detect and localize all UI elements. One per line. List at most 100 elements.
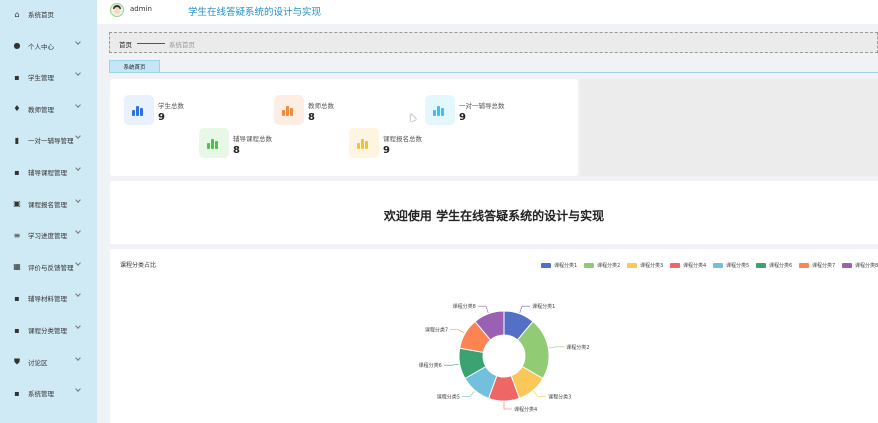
app-title: 学生在线答疑系统的设计与实现 — [188, 7, 322, 18]
chevron-down-icon — [75, 291, 81, 298]
icon-bar — [207, 143, 210, 149]
sidebar-item-label: 评价与反馈管理 — [28, 263, 74, 272]
sidebar: ⌂ 系统首页 ● 个人中心 ▪ 学生管理 ♦ 教师管理 ▮ 一对一辅导管理 ▪ 辅导课程管理 ▣ 课程报名… — [0, 0, 97, 423]
slice-label: 课程分类8 — [453, 303, 476, 310]
bar-chart-icon: ▮ — [14, 135, 20, 145]
empty-panel — [580, 79, 878, 176]
stat-value: 8 — [308, 112, 315, 123]
chevron-down-icon — [75, 228, 81, 235]
table-icon: ▦ — [13, 262, 21, 272]
chart-card: 课程分类占比 课程分类1 课程分类2 课程分类3 课程分类4 课程分类5 课程分类6 课程分… — [110, 249, 878, 423]
stat-label: 教师总数 — [308, 102, 334, 110]
label-leader — [549, 346, 565, 349]
sidebar-item[interactable]: ⌂ 系统首页 — [0, 4, 97, 24]
grid-icon: ▪ — [14, 293, 20, 303]
sidebar-item[interactable]: ▪ 学生管理 — [0, 67, 97, 87]
avatar[interactable] — [110, 3, 124, 17]
home-icon: ⌂ — [14, 9, 20, 19]
sidebar-item[interactable]: ♦ 教师管理 — [0, 99, 97, 119]
breadcrumb-home[interactable]: 首页 — [119, 39, 132, 49]
chevron-down-icon — [75, 386, 81, 393]
sidebar-item-label: 辅导材料管理 — [28, 295, 67, 304]
tab-home[interactable]: 系统首页 — [109, 60, 160, 73]
label-leader — [443, 363, 459, 366]
label-leader — [533, 391, 547, 397]
slice-label: 课程分类1 — [532, 303, 555, 310]
sidebar-item-label: 系统管理 — [28, 390, 54, 399]
icon-bar — [136, 106, 139, 116]
sidebar-item[interactable]: ▣ 课程报名管理 — [0, 194, 97, 214]
sidebar-item-label: 学习进度管理 — [28, 232, 67, 241]
stat-value: 8 — [233, 145, 240, 156]
icon-bar — [437, 106, 440, 116]
label-leader — [450, 329, 465, 334]
slice-label: 课程分类5 — [437, 394, 460, 401]
bar-chart-icon — [274, 95, 304, 125]
bar-chart-icon — [124, 95, 154, 125]
chevron-down-icon — [75, 101, 81, 108]
sidebar-item[interactable]: ● 个人中心 — [0, 36, 97, 56]
chevron-down-icon — [75, 196, 81, 203]
icon-bar — [282, 110, 285, 116]
welcome-banner: 欢迎使用 学生在线答疑系统的设计与实现 — [110, 181, 878, 244]
chevron-down-icon — [75, 133, 81, 140]
sidebar-item[interactable]: ▪ 课程分类管理 — [0, 320, 97, 340]
chevron-down-icon — [75, 354, 81, 361]
sidebar-item-label: 课程报名管理 — [28, 200, 67, 209]
label-leader — [461, 391, 475, 397]
icon-bar — [433, 110, 436, 116]
stats-card: 学生总数 9 教师总数 8 一对一辅导总数 9 辅导课程总数 8 课程报名总数 9 — [110, 79, 578, 176]
user-icon: ● — [13, 41, 21, 51]
chevron-down-icon — [75, 70, 81, 77]
label-leader — [503, 402, 512, 410]
label-leader — [519, 305, 531, 313]
chevron-down-icon — [75, 38, 81, 45]
stat-card: 一对一辅导总数 9 — [425, 95, 555, 127]
slice-label: 课程分类4 — [514, 406, 537, 413]
sidebar-item-label: 个人中心 — [28, 42, 54, 51]
grid-icon: ▪ — [14, 325, 20, 335]
sliders-icon: ≡ — [13, 230, 21, 240]
sidebar-item-label: 系统首页 — [28, 11, 54, 19]
grid-icon: ▪ — [14, 388, 20, 398]
chevron-down-icon — [75, 259, 81, 266]
sidebar-item[interactable]: ≡ 学习进度管理 — [0, 225, 97, 245]
icon-bar — [357, 143, 360, 149]
sidebar-item[interactable]: ▪ 辅导课程管理 — [0, 162, 97, 182]
slice-label: 课程分类3 — [548, 394, 571, 401]
icon-bar — [140, 108, 143, 116]
grid-icon: ▪ — [14, 72, 20, 82]
sidebar-item[interactable]: ▪ 系统管理 — [0, 383, 97, 403]
sidebar-item[interactable]: ⛊ 讨论区 — [0, 352, 97, 372]
icon-bar — [441, 108, 444, 116]
sidebar-item[interactable]: ▮ 一对一辅导管理 — [0, 130, 97, 150]
breadcrumb-separator — [137, 43, 165, 44]
lightbulb-icon: ♦ — [13, 104, 21, 114]
sidebar-item-label: 学生管理 — [28, 74, 54, 83]
clipboard-icon: ▣ — [13, 199, 21, 209]
welcome-text: 欢迎使用 学生在线答疑系统的设计与实现 — [383, 209, 605, 223]
sidebar-item[interactable]: ▪ 辅导材料管理 — [0, 288, 97, 308]
sidebar-item[interactable]: ▦ 评价与反馈管理 — [0, 257, 97, 277]
stat-card: 学生总数 9 — [124, 95, 254, 127]
stat-label: 辅导课程总数 — [233, 135, 272, 143]
username-label[interactable]: admin — [130, 5, 152, 13]
stat-card: 教师总数 8 — [274, 95, 404, 127]
stat-label: 学生总数 — [158, 102, 184, 110]
slice-label: 课程分类2 — [566, 344, 589, 351]
pie-chart: 课程分类1 课程分类2 课程分类3 课程分类4 课程分类5 课程分类6 课程分类7 课程分类8 — [419, 303, 590, 413]
sidebar-item-label: 讨论区 — [28, 358, 48, 367]
stat-value: 9 — [158, 112, 165, 123]
tabs-bar: 系统首页 — [109, 60, 878, 73]
breadcrumb-current: 系统首页 — [169, 41, 195, 49]
stat-value: 9 — [383, 145, 390, 156]
icon-bar — [365, 141, 368, 149]
stat-card: 辅导课程总数 8 — [199, 128, 329, 160]
shield-icon: ⛊ — [14, 356, 20, 366]
icon-bar — [290, 108, 293, 116]
chevron-down-icon — [75, 323, 81, 329]
breadcrumb: 首页 系统首页 — [109, 32, 878, 53]
icon-bar — [211, 139, 214, 149]
icon-bar — [215, 141, 218, 149]
sidebar-item-label: 课程分类管理 — [28, 327, 67, 335]
